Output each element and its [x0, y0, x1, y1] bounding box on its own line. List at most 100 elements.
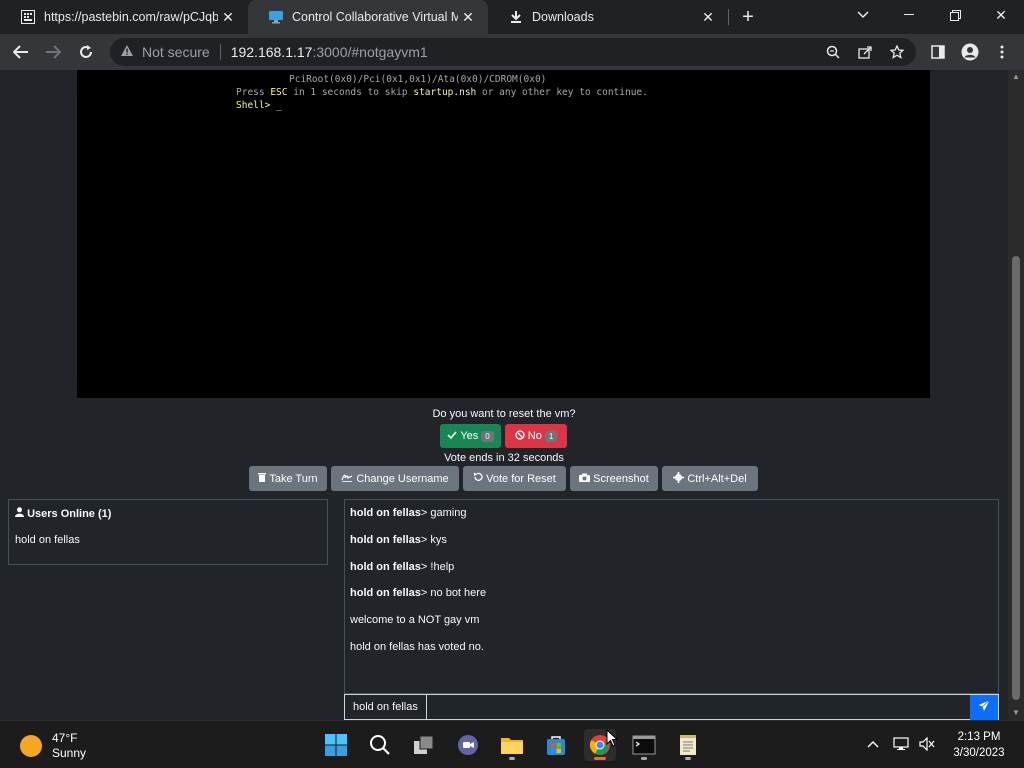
vote-question: Do you want to reset the vm?: [432, 408, 576, 420]
trash-icon: [258, 472, 267, 485]
running-indicator: [509, 757, 515, 760]
chat-message: hold on fellas> no bot here: [350, 587, 487, 599]
scroll-up-icon[interactable]: ▲: [1008, 70, 1024, 84]
vote-yes-button[interactable]: Yes 0: [440, 424, 501, 448]
vote-yes-label: Yes: [460, 430, 479, 442]
volume-muted-icon[interactable]: [918, 735, 936, 753]
page-content: PciRoot(0x0)/Pci(0x1,0x1)/Ata(0x0)/CDROM…: [0, 70, 1008, 720]
clock-time: 2:13 PM: [957, 731, 1001, 743]
monitor-icon: [268, 9, 284, 25]
close-tab-icon[interactable]: ✕: [698, 7, 718, 27]
page-scrollbar[interactable]: ▲ ▼: [1008, 70, 1024, 720]
change-username-button[interactable]: Change Username: [331, 466, 459, 491]
send-button[interactable]: [970, 695, 998, 720]
system-message: welcome to a NOT gay vm: [350, 614, 480, 626]
vote-no-count: 1: [544, 430, 558, 442]
chat-message: hold on fellas> !help: [350, 561, 455, 573]
vote-no-button[interactable]: No 1: [505, 424, 567, 448]
menu-icon[interactable]: [993, 44, 1011, 60]
browser-toolbar: Not secure 192.168.1.17:3000/#notgayvm1: [0, 34, 1024, 70]
zoom-icon[interactable]: [824, 44, 842, 60]
back-icon[interactable]: [8, 40, 34, 64]
vote-reset-label: Vote for Reset: [486, 472, 556, 485]
console-line: PciRoot(0x0)/Pci(0x1,0x1)/Ata(0x0)/CDROM…: [289, 74, 547, 85]
scroll-down-icon[interactable]: ▼: [1008, 706, 1024, 720]
chat-message: hold on fellas> kys: [350, 534, 447, 546]
taskbar: 47°F Sunny 2:13 PM 3/30/2023: [0, 720, 1024, 768]
take-turn-label: Take Turn: [269, 472, 318, 485]
task-view-icon[interactable]: [408, 729, 440, 761]
vote-yes-count: 0: [481, 430, 494, 442]
tab-downloads[interactable]: Downloads ✕: [488, 0, 728, 34]
search-icon[interactable]: [364, 729, 396, 761]
users-online-panel: Users Online (1) hold on fellas: [8, 499, 328, 565]
vm-display[interactable]: PciRoot(0x0)/Pci(0x1,0x1)/Ata(0x0)/CDROM…: [77, 70, 930, 398]
download-icon: [508, 9, 524, 25]
tab-search-icon[interactable]: [840, 0, 886, 30]
restore-icon[interactable]: [932, 0, 978, 30]
scroll-thumb[interactable]: [1012, 256, 1020, 700]
security-label[interactable]: Not secure: [142, 44, 210, 60]
users-header-label: Users Online (1): [27, 508, 112, 520]
tab-divider: [728, 9, 729, 25]
start-icon[interactable]: [320, 729, 352, 761]
users-header: Users Online (1): [15, 507, 111, 520]
address-bar[interactable]: Not secure 192.168.1.17:3000/#notgayvm1: [110, 38, 916, 66]
chat-input[interactable]: [426, 695, 998, 719]
new-tab-button[interactable]: +: [736, 6, 760, 28]
chat-username: hold on fellas: [345, 695, 427, 719]
tab-pastebin[interactable]: https://pastebin.com/raw/pCJqb ✕: [0, 0, 248, 34]
tab-collabvm[interactable]: Control Collaborative Virtual Mac ✕: [248, 0, 488, 34]
tab-strip: https://pastebin.com/raw/pCJqb ✕ Control…: [0, 0, 1024, 34]
forward-icon[interactable]: [40, 40, 66, 64]
mouse-cursor-icon: [606, 729, 618, 747]
teams-chat-icon[interactable]: [452, 729, 484, 761]
check-icon: [447, 430, 457, 442]
file-explorer-icon[interactable]: [496, 729, 528, 761]
close-window-icon[interactable]: ✕: [978, 0, 1024, 30]
ctrl-alt-del-button[interactable]: Ctrl+Alt+Del: [662, 466, 758, 491]
reload-icon[interactable]: [73, 40, 99, 64]
minimize-icon[interactable]: [886, 0, 932, 30]
url-path: :3000/#notgayvm1: [312, 44, 428, 60]
warning-icon[interactable]: [120, 44, 134, 60]
weather-condition: Sunny: [52, 746, 87, 760]
side-panel-icon[interactable]: [929, 44, 947, 60]
weather-widget[interactable]: 47°F Sunny: [20, 731, 86, 761]
tab-title: Control Collaborative Virtual Mac: [292, 10, 458, 24]
signature-icon: [341, 472, 353, 485]
bookmark-star-icon[interactable]: [888, 44, 906, 60]
chat-log: hold on fellas> gaming hold on fellas> k…: [344, 499, 999, 694]
notepad-icon[interactable]: [672, 729, 704, 761]
take-turn-button[interactable]: Take Turn: [249, 466, 327, 491]
close-tab-icon[interactable]: ✕: [458, 7, 478, 27]
ban-icon: [515, 429, 525, 443]
tab-title: https://pastebin.com/raw/pCJqb: [44, 10, 218, 24]
store-icon[interactable]: [540, 729, 572, 761]
chat-message: hold on fellas> gaming: [350, 507, 467, 519]
camera-icon: [579, 473, 591, 485]
active-indicator: [594, 757, 606, 760]
chevron-up-icon[interactable]: [864, 735, 882, 753]
user-list-item[interactable]: hold on fellas: [15, 534, 80, 546]
profile-icon[interactable]: [961, 43, 979, 61]
screenshot-button[interactable]: Screenshot: [570, 466, 658, 491]
weather-temp: 47°F: [52, 731, 78, 745]
network-icon[interactable]: [892, 735, 910, 753]
sun-icon: [20, 735, 42, 757]
vote-reset-button[interactable]: Vote for Reset: [463, 466, 566, 491]
running-indicator: [685, 757, 691, 760]
terminal-icon[interactable]: [628, 729, 660, 761]
screenshot-label: Screenshot: [593, 472, 649, 485]
vote-timer: Vote ends in 32 seconds: [444, 452, 564, 464]
paper-plane-icon: [978, 699, 990, 717]
user-icon: [15, 507, 24, 520]
tab-title: Downloads: [532, 10, 594, 24]
share-icon[interactable]: [856, 44, 874, 60]
change-username-label: Change Username: [356, 472, 449, 485]
close-tab-icon[interactable]: ✕: [218, 7, 238, 27]
system-message: hold on fellas has voted no.: [350, 641, 484, 653]
clock[interactable]: 2:13 PM 3/30/2023: [944, 729, 1014, 761]
console-prompt: Shell> _: [236, 100, 282, 111]
clock-date: 3/30/2023: [953, 747, 1005, 759]
